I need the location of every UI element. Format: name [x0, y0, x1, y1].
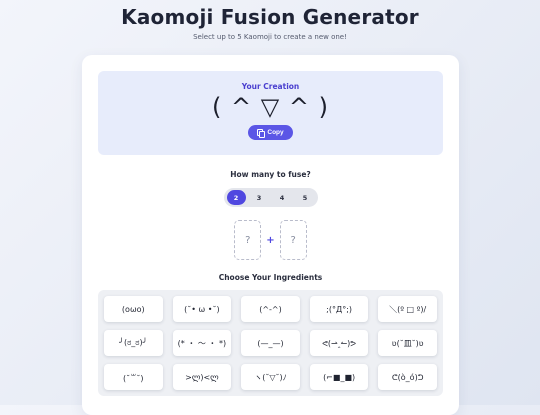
ingredient-item[interactable]: ᕙ(⇀‸↼)ᕗ [309, 330, 369, 356]
ingredient-item[interactable]: (* ・ 〜 ・ *) [172, 330, 232, 356]
fuse-option-5[interactable]: 5 [296, 190, 315, 205]
copy-button-label: Copy [267, 129, 284, 136]
fuse-option-4[interactable]: 4 [273, 190, 292, 205]
ingredient-item[interactable]: ╯(ಠ_ಠ)╯ [104, 330, 163, 356]
fusion-slots: ? + ? [82, 220, 459, 260]
ingredient-item[interactable]: (˘꒳˘) [104, 364, 163, 390]
ingredient-item[interactable]: (^-^) [241, 296, 300, 322]
ingredient-item[interactable]: (oωo) [104, 296, 163, 322]
ingredients-panel: (oωo) (˘• ω •˘) (^-^) ;(°Д°;) ＼(º □ º)/ … [98, 290, 443, 396]
ingredients-label: Choose Your Ingredients [218, 273, 323, 282]
ingredient-item[interactable]: ヽ(˘▽˘)ﾉ [241, 364, 300, 390]
fuse-option-2[interactable]: 2 [226, 190, 246, 205]
ingredient-item[interactable]: >ლ)<ლ [172, 364, 232, 390]
ingredient-item[interactable]: ＼(º □ º)/ [378, 296, 437, 322]
ingredient-item[interactable]: (⌐■_■) [309, 364, 369, 390]
ingredient-item[interactable]: (—_—) [241, 330, 300, 356]
ingredient-item[interactable]: (˘• ω •˘) [172, 296, 232, 322]
generator-card: Your Creation ( ^ ▽ ^ ) Copy How many to… [82, 55, 459, 415]
fuse-count-label: How many to fuse? [230, 170, 311, 179]
fuse-option-3[interactable]: 3 [250, 190, 269, 205]
ingredient-item[interactable]: ;(°Д°;) [309, 296, 369, 322]
fuse-count-selector: 2 3 4 5 [82, 188, 459, 207]
creation-title: Your Creation [241, 82, 300, 91]
ingredient-item[interactable]: ᕦ(ò_ó)ᕤ [378, 364, 437, 390]
fusion-slot-2[interactable]: ? [279, 220, 307, 260]
page-title: Kaomoji Fusion Generator [121, 5, 419, 29]
creation-panel: Your Creation ( ^ ▽ ^ ) Copy [98, 71, 443, 155]
page-header: Kaomoji Fusion Generator Select up to 5 … [0, 0, 540, 41]
copy-icon [257, 129, 266, 138]
ingredient-item[interactable]: ʋ(˘皿˘)ʋ [378, 330, 437, 356]
creation-kaomoji: ( ^ ▽ ^ ) [212, 93, 329, 121]
fusion-slot-1[interactable]: ? [234, 220, 262, 260]
page-subtitle: Select up to 5 Kaomoji to create a new o… [193, 33, 347, 41]
ingredients-grid: (oωo) (˘• ω •˘) (^-^) ;(°Д°;) ＼(º □ º)/ … [104, 296, 437, 390]
copy-button[interactable]: Copy [248, 125, 293, 140]
plus-icon: + [266, 234, 275, 246]
